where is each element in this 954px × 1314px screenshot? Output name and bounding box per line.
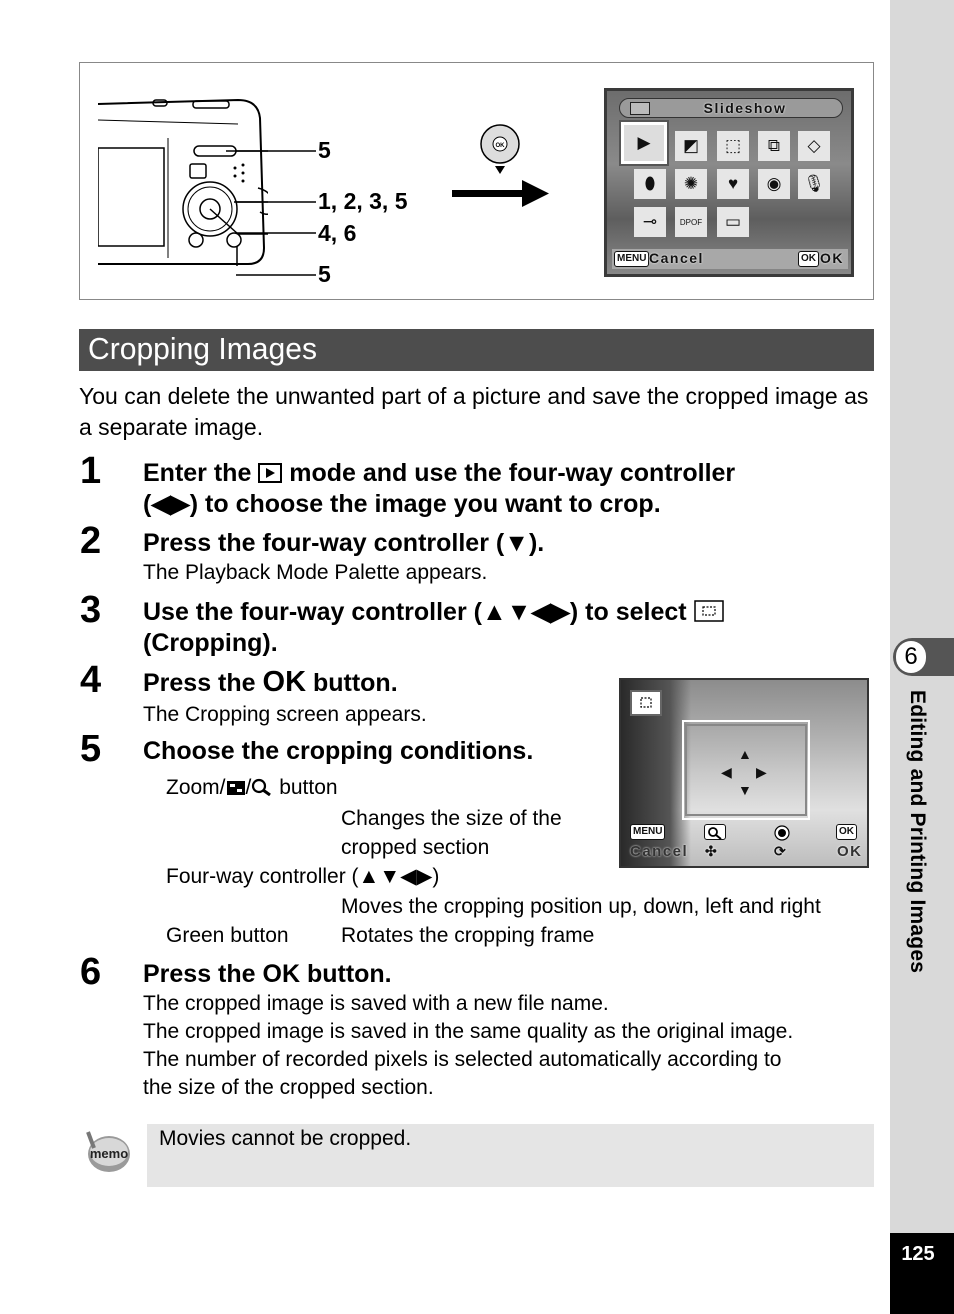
section-header: Cropping Images [79, 329, 874, 371]
ok-button-glyph: OK [262, 666, 307, 698]
step-number: 6 [80, 951, 102, 993]
frame-composite-icon[interactable]: ♥ [717, 169, 749, 199]
move-crosshair-icon: ✣ [705, 843, 719, 859]
green-button-icon [774, 825, 790, 841]
right-arrow-icon: ▶ [756, 764, 767, 780]
cropping-icon [693, 600, 724, 622]
menu-key-badge: MENU [614, 251, 650, 267]
chapter-title: Editing and Printing Images [906, 690, 929, 974]
step-title: Press the OK button. [143, 960, 392, 988]
condition-label: Zoom// button [166, 776, 338, 799]
step-title: Enter the mode and use the four-way cont… [143, 458, 883, 489]
rotate-icon[interactable]: ◇ [798, 131, 830, 161]
step-title: Use the four-way controller (▲▼◀▶) to se… [143, 597, 883, 628]
callout-label: 1, 2, 3, 5 [318, 188, 408, 214]
digital-filter-icon[interactable]: ⬮ [634, 169, 666, 199]
cropping-screen: ▲ ◀ ▶ ▼ MENU Cancel ✣ ⟳ OK OK [619, 678, 869, 868]
step-number: 5 [80, 728, 102, 770]
svg-text:memo: memo [90, 1146, 128, 1161]
step-title: Press the four-way controller (▼). [143, 529, 545, 557]
playback-palette-screen: Slideshow ▶ ◩ ⬚ ⧉ ◇ ⬮ ✺ ♥ ◉ 🎙 ⊸ DPOF ▭ M… [604, 88, 854, 277]
palette-title-bar: Slideshow [619, 98, 843, 118]
ok-key-badge: OK [798, 251, 819, 267]
dpof-icon[interactable]: DPOF [675, 207, 707, 237]
right-arrow-icon [452, 180, 549, 207]
menu-key-badge: MENU [630, 824, 666, 840]
step-number: 2 [80, 520, 102, 562]
cancel-label: Cancel [649, 250, 704, 266]
condition-description: Changes the size of the [341, 807, 562, 830]
condition-label-text: button [279, 776, 338, 799]
ok-label: OK [837, 843, 863, 860]
protect-icon[interactable]: ⊸ [634, 207, 666, 237]
thumbnail-grid-icon [226, 781, 245, 795]
palette-bottom-bar: MENU Cancel OK OK [612, 249, 848, 269]
callout-label: 4, 6 [318, 220, 357, 246]
step-title-text: mode and use the four-way controller [289, 459, 736, 487]
condition-description: Rotates the cropping frame [341, 924, 595, 947]
resize-icon[interactable]: ◩ [675, 131, 707, 161]
step-title-text: button. [312, 669, 398, 697]
chapter-number: 6 [896, 641, 926, 673]
step-number: 1 [80, 450, 102, 492]
up-arrow-icon: ▲ [738, 746, 752, 762]
voice-memo-icon[interactable]: 🎙 [798, 169, 830, 199]
condition-description: Moves the cropping position up, down, le… [341, 895, 821, 918]
image-copy-icon[interactable]: ⧉ [758, 131, 790, 161]
step-description: The cropped image is saved with a new fi… [143, 992, 609, 1015]
memo-icon: memo [86, 1131, 130, 1172]
step-title-line2: (Cropping). [143, 629, 278, 657]
step-description: The Playback Mode Palette appears. [143, 561, 488, 584]
startup-screen-icon[interactable]: ▭ [717, 207, 749, 237]
rotate-frame-icon: ⟳ [774, 843, 788, 859]
cropping-mode-icon [630, 690, 662, 716]
intro-paragraph: You can delete the unwanted part of a pi… [79, 383, 869, 440]
step-title-text: Enter the [143, 459, 252, 487]
playback-mode-icon [258, 463, 283, 483]
red-eye-icon[interactable]: ◉ [758, 169, 790, 199]
left-arrow-icon: ◀ [721, 764, 732, 780]
zoom-key-badge [704, 824, 726, 840]
condition-label-text: Zoom/ [166, 776, 226, 799]
step-description: the size of the cropped section. [143, 1076, 434, 1099]
cancel-label: Cancel [630, 843, 689, 860]
callout-label: 5 [318, 137, 331, 163]
palette-title: Slideshow [703, 100, 787, 116]
callout-label: 5 [318, 261, 331, 287]
step-description: The number of recorded pixels is selecte… [143, 1048, 782, 1071]
four-way-controller-down-icon: OK [480, 124, 520, 174]
step-number: 3 [80, 589, 102, 631]
section-title: Cropping Images [88, 331, 317, 366]
step-number: 4 [80, 659, 102, 701]
memo-text: Movies cannot be cropped. [159, 1127, 412, 1150]
page-number: 125 [901, 1243, 935, 1265]
down-arrow-icon: ▼ [738, 782, 752, 798]
callout-lines [236, 150, 316, 276]
ok-key-badge: OK [836, 824, 857, 840]
ok-label: OK [820, 250, 844, 266]
step-title-text: Press the [143, 669, 256, 697]
step-description: The Cropping screen appears. [143, 703, 427, 726]
magnifier-icon [252, 778, 272, 796]
cropping-icon[interactable]: ⬚ [717, 131, 749, 161]
condition-label: Green button [166, 924, 289, 947]
condition-label: Four-way controller (▲▼◀▶) [166, 865, 440, 888]
slideshow-icon[interactable]: ▶ [621, 122, 667, 164]
step-description: The cropped image is saved in the same q… [143, 1020, 794, 1043]
step-title-line2: (◀▶) to choose the image you want to cro… [143, 490, 661, 518]
brightness-filter-icon[interactable]: ✺ [675, 169, 707, 199]
condition-description: cropped section [341, 836, 490, 859]
step-title-text: Use the four-way controller (▲▼◀▶) to se… [143, 598, 687, 626]
crop-frame-inner [685, 724, 807, 816]
playback-icon [630, 102, 650, 115]
svg-text:OK: OK [496, 143, 506, 149]
